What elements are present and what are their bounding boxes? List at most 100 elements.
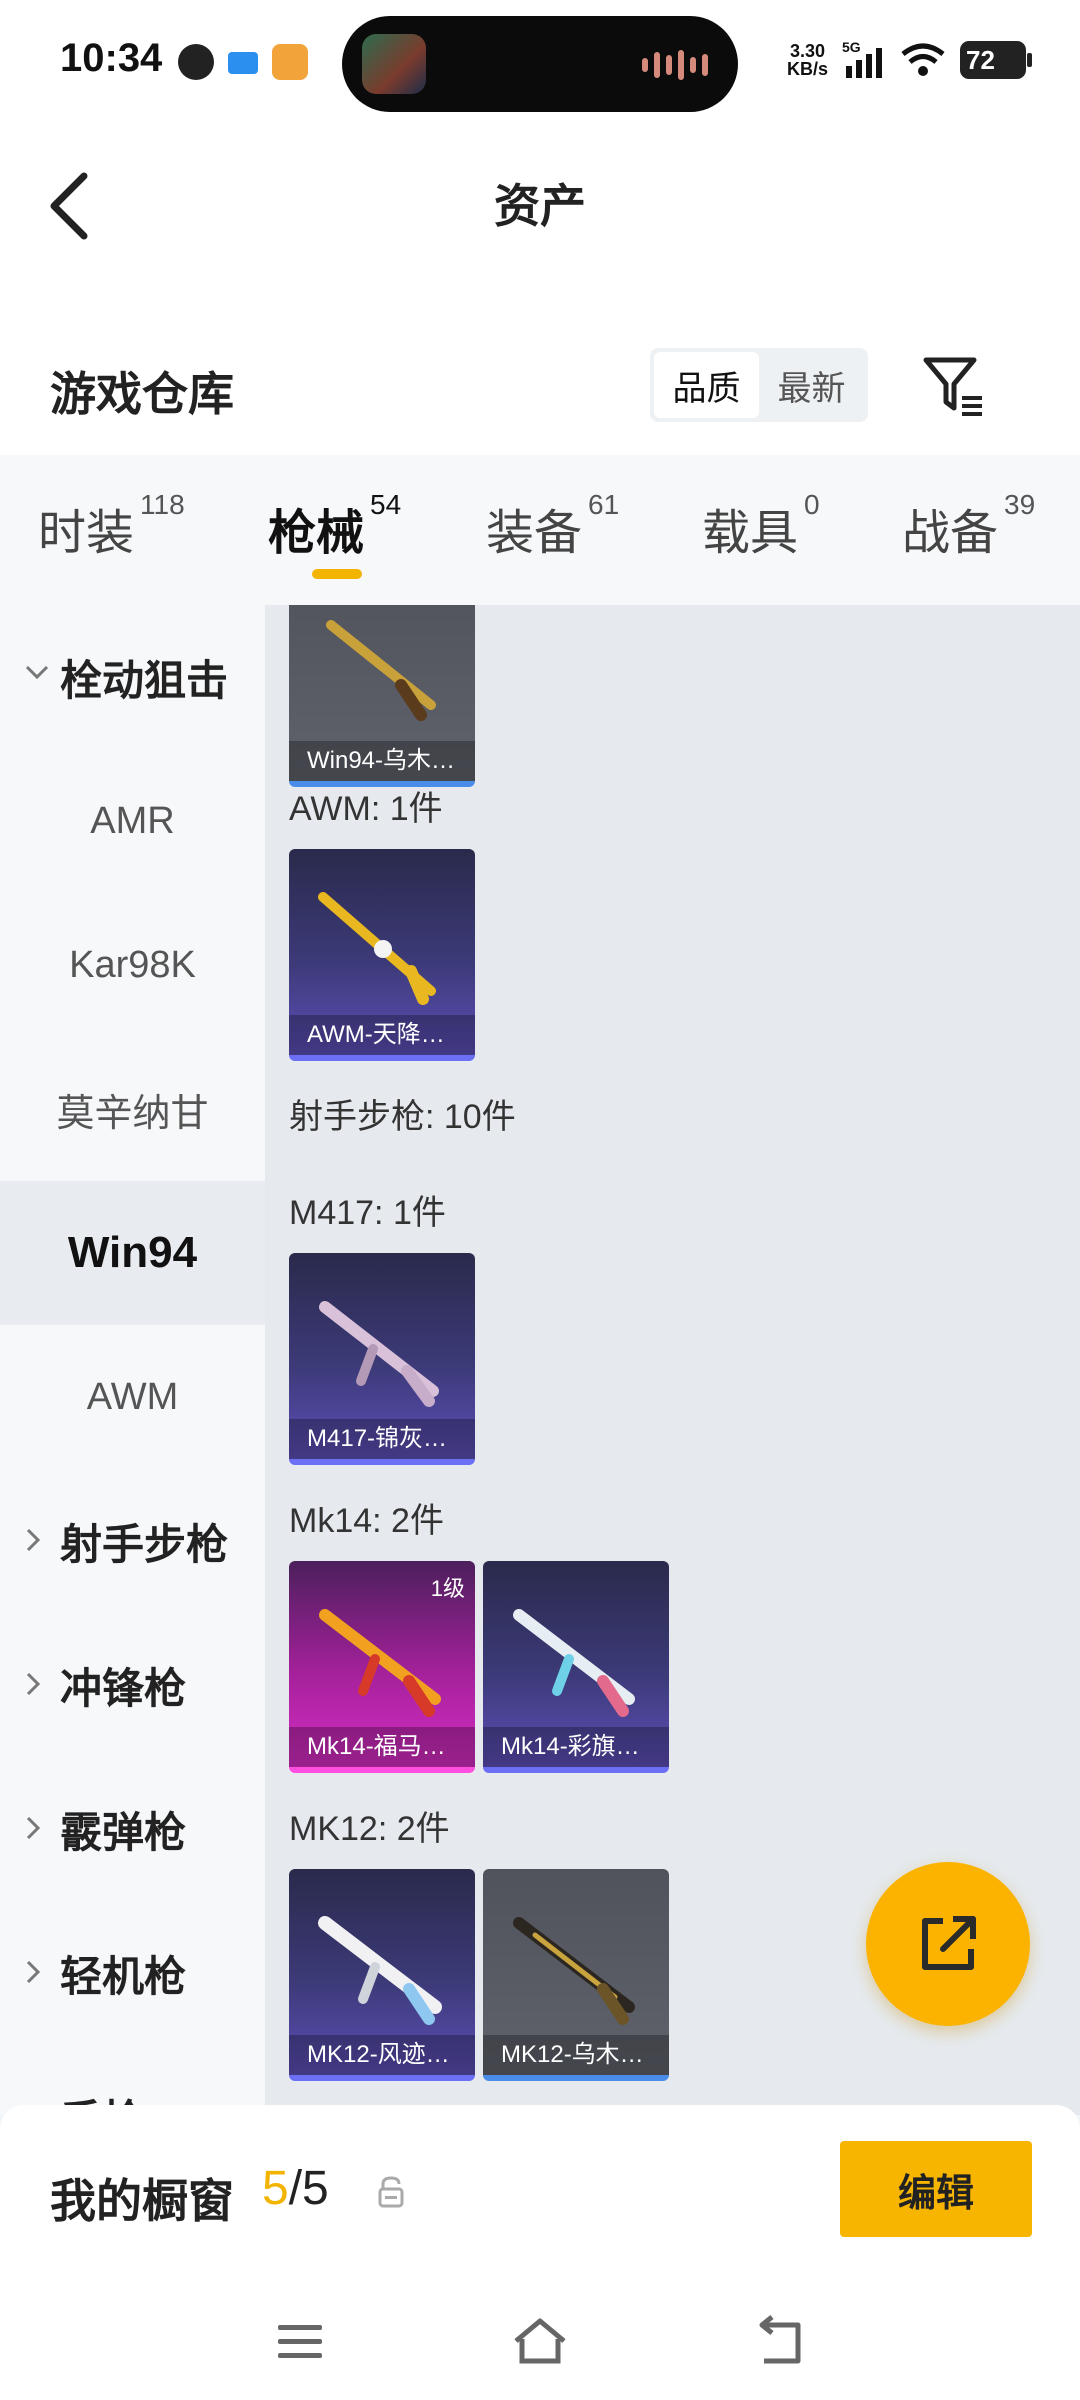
sidebar-item-amr[interactable]: AMR [0,749,265,893]
sidebar-item-label: Kar98K [69,943,196,986]
weapon-card[interactable]: Mk14-彩旗… [483,1561,669,1773]
weapon-card[interactable]: MK12-风迹… [289,1869,475,2081]
sidebar-item-label: 栓动狙击 [60,656,229,704]
tab-firearms[interactable]: 枪械54 [268,489,401,563]
battery-level: 72 [966,44,995,75]
group-label-mk12: MK12: 2件 [289,1810,450,1848]
tab-count: 39 [1004,489,1036,520]
sidebar-item-mosin[interactable]: 莫辛纳甘 [0,1037,265,1181]
top-app-bar: 资产 [0,130,1080,300]
sidebar-item-smg[interactable]: 冲锋枪 [0,1613,265,1757]
system-navigation-bar [0,2285,1080,2400]
sidebar-item-label: 轻机枪 [60,1952,187,2000]
chevron-down-icon [25,665,49,680]
chevron-right-icon [26,1960,41,1984]
weapon-card[interactable]: MK12-乌木… [483,1869,669,2081]
signal-icon: 5G [842,40,882,78]
showcase-count: 5/5 [262,2161,329,2216]
back-icon[interactable] [750,2311,810,2371]
group-label-awm: AWM: 1件 [289,790,443,828]
share-button[interactable] [866,1862,1030,2026]
sidebar-item-shotgun[interactable]: 霰弹枪 [0,1757,265,1901]
rifle-icon [319,1609,441,1717]
tab-count: 61 [588,489,620,520]
sort-by-quality[interactable]: 品质 [654,352,759,418]
tab-label: 枪械 [268,507,365,560]
rifle-icon [318,892,436,1005]
sidebar-item-dmr[interactable]: 射手步枪 [0,1469,265,1613]
rifle-icon [318,1916,442,2025]
weapon-card-name: Mk14-福马… [289,1727,475,1767]
sort-by-newest[interactable]: 最新 [759,352,864,418]
lock-icon [378,2176,404,2208]
showcase-separator: / [288,2162,303,2215]
weapon-category-sidebar: 栓动狙击 AMR Kar98K 莫辛纳甘 Win94 AWM 射手步枪 冲锋枪 … [0,605,265,2115]
tab-equipment[interactable]: 装备61 [486,489,619,563]
sidebar-item-label: 冲锋枪 [60,1664,187,1712]
showcase-current: 5 [262,2162,289,2215]
sidebar-item-bolt-action[interactable]: 栓动狙击 [0,605,265,749]
tab-vehicles[interactable]: 载具0 [702,489,820,563]
net-speed-unit: KB/s [786,59,828,79]
audio-wave-icon [642,50,708,80]
warehouse-title: 游戏仓库 [50,368,234,420]
globe-icon [178,44,214,80]
edit-button[interactable]: 编辑 [840,2141,1032,2237]
filter-icon [923,357,982,416]
sidebar-item-lmg[interactable]: 轻机枪 [0,1901,265,2045]
weapon-card[interactable]: Win94-乌木… [289,605,475,787]
rifle-icon [513,1609,635,1717]
chevron-right-icon [26,1528,41,1552]
battery-indicator: 72 [960,41,1032,79]
weapon-card-name: Win94-乌木… [289,741,475,781]
sidebar-item-awm[interactable]: AWM [0,1325,265,1469]
group-label-dmr: 射手步枪: 10件 [289,1098,516,1136]
tab-label: 战备 [902,507,999,560]
weapon-card[interactable]: M417-锦灰… [289,1253,475,1465]
weapon-card[interactable]: 1级 Mk14-福马… [289,1561,475,1773]
sync-icon [272,44,308,80]
warehouse-header: 游戏仓库 品质 最新 [0,300,1080,455]
rifle-icon [326,620,436,721]
sort-toggle: 品质 最新 [650,348,868,422]
status-time: 10:34 [60,36,163,80]
group-label-mk14: Mk14: 2件 [289,1502,444,1540]
sidebar-item-win94[interactable]: Win94 [0,1181,265,1325]
showcase-label: 我的橱窗 [50,2175,234,2227]
net-speed-value: 3.30 [789,41,826,61]
chevron-right-icon [26,1672,41,1696]
filter-button[interactable] [920,352,988,420]
app-notification-icon [228,52,258,74]
tab-outfits[interactable]: 时装118 [38,489,185,563]
weapon-card-name: Mk14-彩旗… [483,1727,669,1767]
weapon-card-name: AWM-天降… [289,1015,475,1055]
weapon-card-name: MK12-乌木… [483,2035,669,2075]
menu-icon[interactable] [270,2311,330,2371]
sidebar-item-label: Win94 [67,1228,198,1277]
sidebar-item-label: 霰弹枪 [60,1808,187,1856]
share-external-icon [922,1916,976,1970]
showcase-total: 5 [302,2162,329,2215]
status-bar: 10:34 3.30 KB/s 5G 72 [0,0,1080,130]
category-tabs: 时装118 枪械54 装备61 载具0 战备39 [0,455,1080,605]
tab-count: 0 [804,489,820,520]
weapon-card[interactable]: AWM-天降… [289,849,475,1061]
tab-count: 54 [370,489,402,520]
sidebar-item-label: 射手步枪 [60,1520,229,1568]
tab-combat-gear[interactable]: 战备39 [902,489,1035,563]
sidebar-item-kar98k[interactable]: Kar98K [0,893,265,1037]
weapon-card-name: MK12-风迹… [289,2035,475,2075]
sidebar-item-label: AMR [90,799,175,842]
rifle-icon [513,1917,635,2025]
status-right-group: 3.30 KB/s 5G 72 [786,40,1032,80]
wifi-icon [901,43,945,76]
tab-label: 时装 [38,507,135,560]
active-tab-indicator [312,569,362,579]
sidebar-item-label: 莫辛纳甘 [56,1092,209,1135]
home-icon[interactable] [510,2311,570,2371]
tab-count: 118 [140,489,185,520]
dynamic-island [342,16,738,112]
sidebar-item-label: AWM [86,1375,179,1418]
weapon-card-name: M417-锦灰… [289,1419,475,1459]
tab-label: 装备 [486,507,583,560]
